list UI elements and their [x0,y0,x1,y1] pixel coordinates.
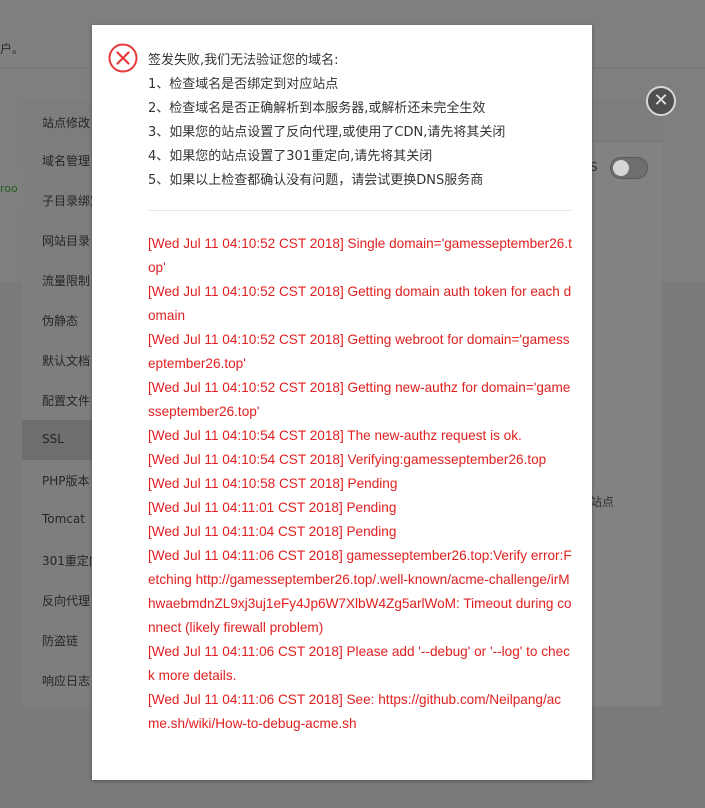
background-bar-text: 户。 [0,42,25,56]
background-strip-text: roo [0,182,18,195]
log-entry: [Wed Jul 11 04:10:52 CST 2018] Getting w… [148,332,570,371]
log-entry: [Wed Jul 11 04:10:58 CST 2018] Pending [148,476,398,491]
ssl-error-dialog: 签发失败,我们无法验证您的域名: 1、检查域名是否绑定到对应站点 2、检查域名是… [92,25,592,780]
summary-tip: 2、检查域名是否正确解析到本服务器,或解析还未完全生效 [148,101,486,116]
summary-heading: 签发失败,我们无法验证您的域名: [148,53,339,68]
log-entry: [Wed Jul 11 04:11:06 CST 2018] Please ad… [148,644,570,683]
ssl-toggle-switch[interactable] [610,157,648,179]
log-entry: [Wed Jul 11 04:10:52 CST 2018] Single do… [148,236,572,275]
summary-tip: 4、如果您的站点设置了301重定向,请先将其关闭 [148,149,433,164]
error-summary: 签发失败,我们无法验证您的域名: 1、检查域名是否绑定到对应站点 2、检查域名是… [148,49,578,193]
log-entry: [Wed Jul 11 04:10:52 CST 2018] Getting n… [148,380,571,419]
divider [148,210,572,211]
error-log: [Wed Jul 11 04:10:52 CST 2018] Single do… [148,232,572,736]
log-entry: [Wed Jul 11 04:10:52 CST 2018] Getting d… [148,284,572,323]
log-entry: [Wed Jul 11 04:10:54 CST 2018] The new-a… [148,428,522,443]
log-entry: [Wed Jul 11 04:11:04 CST 2018] Pending [148,524,397,539]
side-text: 站点 [590,495,615,509]
error-circle-x-icon [108,43,138,73]
log-entry: [Wed Jul 11 04:11:06 CST 2018] gamessept… [148,548,572,635]
summary-tip: 5、如果以上检查都确认没有问题，请尝试更换DNS服务商 [148,173,484,188]
log-entry: [Wed Jul 11 04:11:01 CST 2018] Pending [148,500,397,515]
close-icon[interactable]: ✕ [646,86,676,116]
site-settings-title: 站点修改 [42,116,91,130]
summary-tip: 3、如果您的站点设置了反向代理,或使用了CDN,请先将其关闭 [148,125,506,140]
summary-tip: 1、检查域名是否绑定到对应站点 [148,77,339,92]
toggle-knob [613,160,629,176]
log-entry: [Wed Jul 11 04:11:06 CST 2018] See: http… [148,692,562,731]
log-entry: [Wed Jul 11 04:10:54 CST 2018] Verifying… [148,452,547,467]
